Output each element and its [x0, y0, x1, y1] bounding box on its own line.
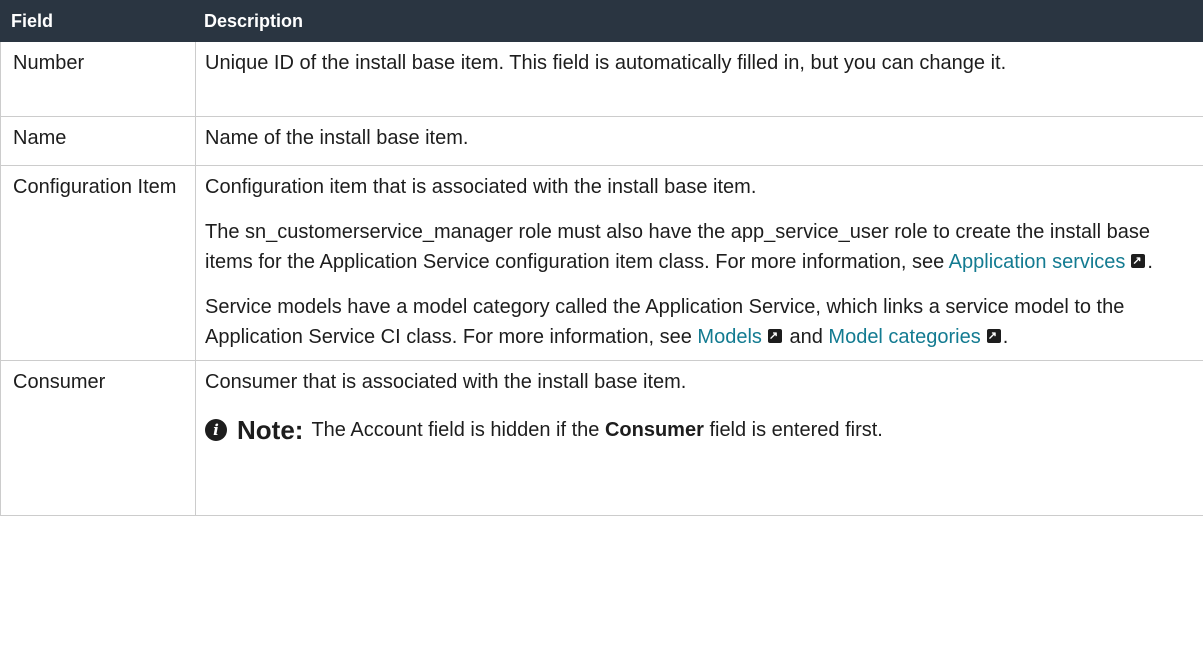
field-cell: Consumer	[0, 360, 196, 516]
external-link-icon	[986, 321, 1001, 351]
note-bold-field: Consumer	[604, 419, 704, 441]
paragraph-end: .	[1147, 251, 1153, 273]
note-text-pre: The Account field is hidden if the	[311, 419, 600, 441]
paragraph-conjunction: and	[789, 326, 823, 348]
model-categories-link[interactable]: Model categories	[828, 326, 980, 348]
description-cell: Unique ID of the install base item. This…	[195, 41, 1203, 117]
table-row: Name Name of the install base item.	[0, 116, 1203, 166]
models-link[interactable]: Models	[697, 326, 761, 348]
note-callout: i Note: The Account field is hidden if t…	[205, 415, 1193, 445]
description-paragraph: Consumer that is associated with the ins…	[205, 371, 687, 393]
table-row: Number Unique ID of the install base ite…	[0, 41, 1203, 117]
description-cell: Configuration item that is associated wi…	[195, 165, 1203, 361]
note-label: Note:	[237, 415, 304, 445]
table-row: Configuration Item Configuration item th…	[0, 165, 1203, 361]
note-text-post: field is entered first.	[709, 419, 883, 441]
description-paragraph: Configuration item that is associated wi…	[205, 176, 757, 198]
note-text: The Account field is hidden if the Consu…	[311, 415, 882, 445]
table-header-row: Field Description	[0, 0, 1203, 42]
field-cell: Number	[0, 41, 196, 117]
header-description: Description	[195, 0, 1203, 42]
table-row: Consumer Consumer that is associated wit…	[0, 360, 1203, 516]
application-services-link[interactable]: Application services	[949, 251, 1126, 273]
description-cell: Consumer that is associated with the ins…	[195, 360, 1203, 516]
field-cell: Configuration Item	[0, 165, 196, 361]
header-field: Field	[0, 0, 196, 42]
description-cell: Name of the install base item.	[195, 116, 1203, 166]
description-paragraph: The sn_customerservice_manager role must…	[205, 217, 1193, 277]
info-icon: i	[205, 419, 227, 441]
external-link-icon	[767, 321, 782, 351]
description-paragraph: Service models have a model category cal…	[205, 292, 1193, 352]
external-link-icon	[1131, 246, 1146, 276]
field-cell: Name	[0, 116, 196, 166]
field-description-table: Field Description Number Unique ID of th…	[0, 0, 1203, 516]
paragraph-end: .	[1002, 326, 1009, 348]
